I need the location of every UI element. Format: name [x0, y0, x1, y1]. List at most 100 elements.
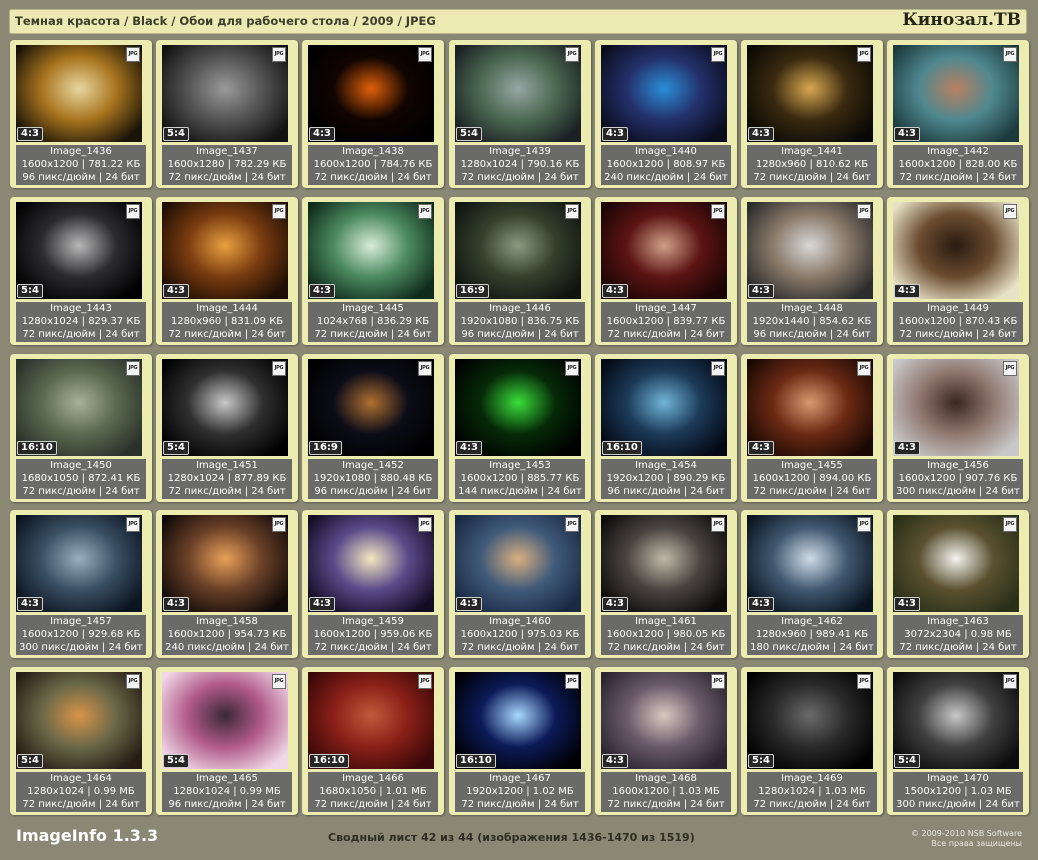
thumbnail-image[interactable]: 4:3 JPG — [601, 515, 727, 612]
thumbnail-image[interactable]: 16:10 JPG — [455, 672, 581, 769]
thumbnail-image[interactable]: 5:4 JPG — [162, 45, 288, 142]
thumbnail-image[interactable]: 4:3 JPG — [601, 45, 727, 142]
copyright: © 2009-2010 NSB Software Все права защищ… — [911, 829, 1022, 849]
thumbnail-card[interactable]: 4:3 JPG Image_1436 1600x1200 | 781.22 КБ 96 … — [10, 40, 152, 188]
thumbnail-card[interactable]: 16:9 JPG Image_1446 1920x1080 | 836.75 КБ 96… — [449, 197, 591, 345]
image-info: Image_1455 1600x1200 | 894.00 КБ 72 пикс/д… — [747, 459, 877, 499]
thumbnail-image[interactable]: 4:3 JPG — [16, 45, 142, 142]
image-dimensions-size: 1920x1200 | 890.29 КБ — [606, 473, 726, 484]
thumbnail-card[interactable]: 5:4 JPG Image_1464 1280x1024 | 0.99 МБ 72 пи… — [10, 667, 152, 815]
image-resolution-depth: 240 пикс/дюйм | 24 бит — [165, 642, 289, 653]
thumbnail-card[interactable]: 5:4 JPG Image_1451 1280x1024 | 877.89 КБ 72 … — [156, 354, 298, 502]
image-info: Image_1446 1920x1080 | 836.75 КБ 96 пикс/д… — [455, 302, 585, 342]
thumbnail-card[interactable]: 4:3 JPG Image_1455 1600x1200 | 894.00 КБ 72 … — [741, 354, 883, 502]
thumbnail-image[interactable]: 4:3 JPG — [455, 359, 581, 456]
thumbnail-image[interactable]: 4:3 JPG — [601, 672, 727, 769]
image-dimensions-size: 1680x1050 | 1.01 МБ — [319, 786, 427, 797]
thumbnail-image[interactable]: 5:4 JPG — [747, 672, 873, 769]
aspect-ratio-badge: 4:3 — [748, 441, 774, 455]
thumbnail-image[interactable]: 4:3 JPG — [308, 202, 434, 299]
thumbnail-card[interactable]: 5:4 JPG Image_1470 1500x1200 | 1.03 МБ 300 п… — [887, 667, 1029, 815]
jpg-file-icon: JPG — [126, 517, 140, 532]
thumbnail-card[interactable]: 4:3 JPG Image_1442 1600x1200 | 828.00 КБ 72 … — [887, 40, 1029, 188]
thumbnail-image[interactable]: 4:3 JPG — [308, 45, 434, 142]
thumbnail-card[interactable]: 4:3 JPG Image_1463 3072x2304 | 0.98 МБ 72 пи… — [887, 510, 1029, 658]
thumbnail-card[interactable]: 16:10 JPG Image_1450 1680x1050 | 872.41 КБ 7… — [10, 354, 152, 502]
thumbnail-image[interactable]: 4:3 JPG — [893, 45, 1019, 142]
image-resolution-depth: 72 пикс/дюйм | 24 бит — [314, 642, 432, 653]
thumbnail-image[interactable]: 16:10 JPG — [601, 359, 727, 456]
thumbnail-card[interactable]: 4:3 JPG Image_1458 1600x1200 | 954.73 КБ 240… — [156, 510, 298, 658]
image-resolution-depth: 96 пикс/дюйм | 24 бит — [607, 486, 725, 497]
thumbnail-image[interactable]: 4:3 JPG — [162, 202, 288, 299]
thumbnail-image[interactable]: 4:3 JPG — [308, 515, 434, 612]
thumbnail-card[interactable]: 4:3 JPG Image_1456 1600x1200 | 907.76 КБ 300… — [887, 354, 1029, 502]
aspect-ratio-badge: 16:9 — [309, 441, 342, 455]
thumbnail-image[interactable]: 4:3 JPG — [747, 515, 873, 612]
thumbnail-card[interactable]: 5:4 JPG Image_1465 1280x1024 | 0.99 МБ 96 пи… — [156, 667, 298, 815]
thumbnail-card[interactable]: 4:3 JPG Image_1461 1600x1200 | 980.05 КБ 72 … — [595, 510, 737, 658]
image-info: Image_1456 1600x1200 | 907.76 КБ 300 пикс/… — [893, 459, 1023, 499]
thumbnail-card[interactable]: 4:3 JPG Image_1447 1600x1200 | 839.77 КБ 72 … — [595, 197, 737, 345]
thumbnail-image[interactable]: 4:3 JPG — [893, 202, 1019, 299]
thumbnail-image[interactable]: 4:3 JPG — [893, 515, 1019, 612]
thumbnail-card[interactable]: 5:4 JPG Image_1437 1600x1280 | 782.29 КБ 72 … — [156, 40, 298, 188]
thumbnail-image[interactable]: 5:4 JPG — [16, 672, 142, 769]
thumbnail-card[interactable]: 4:3 JPG Image_1468 1600x1200 | 1.03 МБ 72 пи… — [595, 667, 737, 815]
thumbnail-image[interactable]: 4:3 JPG — [893, 359, 1019, 456]
thumbnail-image[interactable]: 16:9 JPG — [308, 359, 434, 456]
thumbnail-card[interactable]: 4:3 JPG Image_1445 1024x768 | 836.29 КБ 72 п… — [302, 197, 444, 345]
image-name: Image_1441 — [781, 146, 843, 157]
image-resolution-depth: 240 пикс/дюйм | 24 бит — [604, 172, 728, 183]
thumbnail-card[interactable]: 4:3 JPG Image_1449 1600x1200 | 870.43 КБ 72 … — [887, 197, 1029, 345]
thumbnail-card[interactable]: 4:3 JPG Image_1444 1280x960 | 831.09 КБ 72 п… — [156, 197, 298, 345]
thumbnail-card[interactable]: 16:10 JPG Image_1454 1920x1200 | 890.29 КБ 9… — [595, 354, 737, 502]
thumbnail-card[interactable]: 16:9 JPG Image_1452 1920x1080 | 880.48 КБ 96… — [302, 354, 444, 502]
thumbnail-card[interactable]: 4:3 JPG Image_1440 1600x1200 | 808.97 КБ 240… — [595, 40, 737, 188]
thumbnail-card[interactable]: 16:10 JPG Image_1467 1920x1200 | 1.02 МБ 72 … — [449, 667, 591, 815]
thumbnail-image[interactable]: 4:3 JPG — [162, 515, 288, 612]
thumbnail-card[interactable]: 4:3 JPG Image_1460 1600x1200 | 975.03 КБ 72 … — [449, 510, 591, 658]
image-info: Image_1437 1600x1280 | 782.29 КБ 72 пикс/д… — [162, 145, 292, 185]
aspect-ratio-badge: 16:9 — [456, 284, 489, 298]
thumbnail-image[interactable]: 5:4 JPG — [16, 202, 142, 299]
thumbnail-image[interactable]: 5:4 JPG — [162, 672, 288, 769]
thumbnail-image[interactable]: 5:4 JPG — [455, 45, 581, 142]
image-resolution-depth: 72 пикс/дюйм | 24 бит — [753, 799, 871, 810]
thumbnail-image[interactable]: 16:10 JPG — [16, 359, 142, 456]
image-name: Image_1459 — [342, 616, 404, 627]
aspect-ratio-badge: 16:10 — [17, 441, 57, 455]
thumbnail-card[interactable]: 4:3 JPG Image_1459 1600x1200 | 959.06 КБ 72 … — [302, 510, 444, 658]
thumbnail-card[interactable]: 4:3 JPG Image_1457 1600x1200 | 929.68 КБ 300… — [10, 510, 152, 658]
thumbnail-image[interactable]: 5:4 JPG — [162, 359, 288, 456]
thumbnail-card[interactable]: 4:3 JPG Image_1453 1600x1200 | 885.77 КБ 144… — [449, 354, 591, 502]
image-dimensions-size: 1600x1200 | 808.97 КБ — [606, 159, 726, 170]
image-dimensions-size: 1600x1200 | 980.05 КБ — [606, 629, 726, 640]
jpg-file-icon: JPG — [1003, 517, 1017, 532]
image-dimensions-size: 1680x1050 | 872.41 КБ — [21, 473, 141, 484]
thumbnail-image[interactable]: 4:3 JPG — [747, 202, 873, 299]
thumbnail-image[interactable]: 4:3 JPG — [747, 359, 873, 456]
image-resolution-depth: 96 пикс/дюйм | 24 бит — [461, 329, 579, 340]
thumbnail-card[interactable]: 5:4 JPG Image_1439 1280x1024 | 790.16 КБ 72 … — [449, 40, 591, 188]
image-resolution-depth: 72 пикс/дюйм | 24 бит — [607, 329, 725, 340]
thumbnail-card[interactable]: 4:3 JPG Image_1438 1600x1200 | 784.76 КБ 72 … — [302, 40, 444, 188]
thumbnail-image[interactable]: 4:3 JPG — [747, 45, 873, 142]
thumbnail-image[interactable]: 5:4 JPG — [893, 672, 1019, 769]
thumbnail-card[interactable]: 5:4 JPG Image_1443 1280x1024 | 829.37 КБ 72 … — [10, 197, 152, 345]
thumbnail-image[interactable]: 4:3 JPG — [601, 202, 727, 299]
thumbnail-image[interactable]: 16:10 JPG — [308, 672, 434, 769]
image-name: Image_1469 — [781, 773, 843, 784]
thumbnail-card[interactable]: 4:3 JPG Image_1448 1920x1440 | 854.62 КБ 96 … — [741, 197, 883, 345]
image-dimensions-size: 1920x1440 | 854.62 КБ — [752, 316, 872, 327]
thumbnail-image[interactable]: 16:9 JPG — [455, 202, 581, 299]
image-name: Image_1468 — [635, 773, 697, 784]
thumbnail-image[interactable]: 4:3 JPG — [455, 515, 581, 612]
thumbnail-image[interactable]: 4:3 JPG — [16, 515, 142, 612]
thumbnail-card[interactable]: 4:3 JPG Image_1462 1280x960 | 989.41 КБ 180 … — [741, 510, 883, 658]
image-info: Image_1457 1600x1200 | 929.68 КБ 300 пикс/… — [16, 615, 146, 655]
thumbnail-card[interactable]: 4:3 JPG Image_1441 1280x960 | 810.62 КБ 72 п… — [741, 40, 883, 188]
thumbnail-card[interactable]: 5:4 JPG Image_1469 1280x1024 | 1.03 МБ 72 пи… — [741, 667, 883, 815]
image-name: Image_1454 — [635, 460, 697, 471]
thumbnail-card[interactable]: 16:10 JPG Image_1466 1680x1050 | 1.01 МБ 72 … — [302, 667, 444, 815]
